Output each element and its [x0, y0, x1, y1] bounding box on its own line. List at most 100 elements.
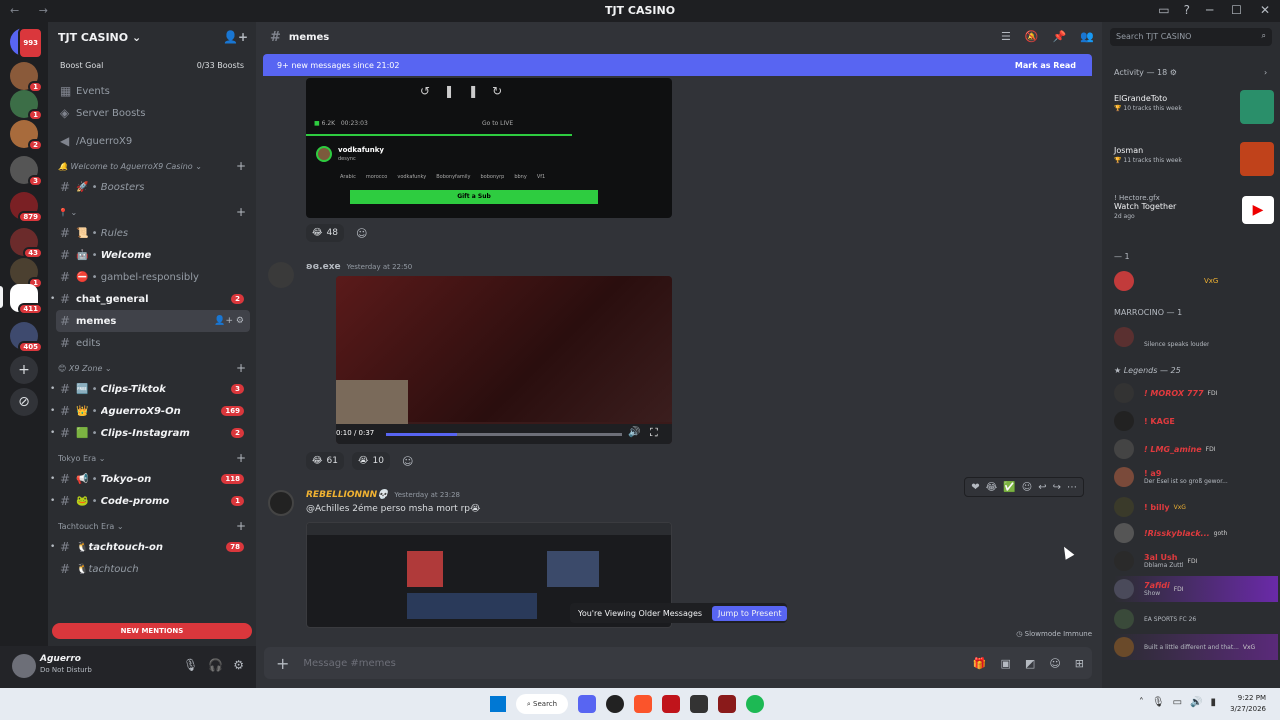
brave-app-icon[interactable]: [634, 695, 652, 713]
add-server-icon[interactable]: +: [10, 356, 38, 384]
new-messages-bar[interactable]: 9+ new messages since 21:02 Mark as Read: [263, 54, 1092, 76]
channel-gambel-responsibly[interactable]: # ⛔ • gambel-responsibly: [56, 266, 250, 288]
reaction-pill[interactable]: 😂 48: [306, 224, 344, 242]
discord-app-icon[interactable]: [578, 695, 596, 713]
discover-icon[interactable]: ⊘: [10, 388, 38, 416]
more-icon[interactable]: ⋯: [1067, 482, 1077, 493]
channel-code-promo[interactable]: • # 🐸 • Code-promo 1: [50, 490, 250, 512]
channel-memes[interactable]: # memes 👤+ ⚙: [56, 310, 250, 332]
message-composer[interactable]: + Message #memes 🎁 ▣ ◩ ☺ ⊞: [264, 647, 1092, 679]
gif-icon[interactable]: ▣: [1001, 657, 1011, 670]
mute-icon[interactable]: 🔕: [1025, 30, 1039, 43]
volume-icon[interactable]: 🔊: [1190, 697, 1202, 708]
server-folder[interactable]: 405: [10, 322, 43, 353]
member-row[interactable]: 3al Ush Dblama Zuttl FDI: [1114, 548, 1278, 574]
reply-icon[interactable]: ↩: [1038, 482, 1046, 493]
channel-edits[interactable]: # edits: [56, 332, 250, 354]
search-input[interactable]: Search TJT CASINO ⌕: [1110, 28, 1272, 46]
mark-as-read-button[interactable]: Mark as Read: [1015, 61, 1076, 70]
headphones-icon[interactable]: 🎧: [208, 658, 223, 672]
channel-welcome[interactable]: # 🤖 • Welcome: [56, 244, 250, 266]
add-channel-icon[interactable]: +: [236, 159, 246, 173]
network-icon[interactable]: ▭: [1173, 697, 1182, 708]
channel-tachtouch-on[interactable]: • # 🐧 tachtouch-on 78: [50, 536, 250, 558]
app-icon[interactable]: [690, 695, 708, 713]
attach-icon[interactable]: +: [276, 654, 289, 673]
server-icon[interactable]: 1: [10, 62, 43, 93]
add-channel-icon[interactable]: +: [236, 361, 246, 375]
gear-icon[interactable]: ⚙: [233, 658, 244, 672]
add-reaction-icon[interactable]: ☺: [402, 455, 413, 468]
server-icon[interactable]: 1: [10, 258, 43, 289]
member-row[interactable]: 7afidi Show FDI: [1114, 576, 1278, 602]
category-x9-zone[interactable]: 😊 X9 Zone ⌄ +: [56, 358, 250, 378]
server-icon[interactable]: 3: [10, 156, 43, 187]
channel-clips-instagram[interactable]: • # 🟩 • Clips-Instagram 2: [50, 422, 250, 444]
microphone-icon[interactable]: 🎙: [183, 658, 198, 672]
reaction-pill[interactable]: 😂 61: [306, 452, 344, 470]
laugh-react-icon[interactable]: 😂: [986, 482, 998, 493]
channel-chat-general[interactable]: • # chat_general 2: [50, 288, 250, 310]
category-pin[interactable]: 📍 ⌄ +: [56, 202, 250, 222]
volume-icon[interactable]: 🔊: [628, 427, 640, 438]
channel-aguerrox9-on[interactable]: • # 👑 • AguerroX9-On 169: [50, 400, 250, 422]
category-tachtouch-era[interactable]: Tachtouch Era ⌄ +: [56, 516, 250, 536]
author-name[interactable]: REBELLIONNN💀: [306, 490, 388, 500]
add-reaction-icon[interactable]: ☺: [1022, 482, 1032, 493]
member-row[interactable]: ! billy VxG: [1114, 494, 1278, 520]
channel-rules[interactable]: # 📜 • Rules: [56, 222, 250, 244]
server-icon[interactable]: 2: [10, 120, 43, 151]
author-name[interactable]: ʚɞ.exe: [306, 262, 341, 272]
spotify-app-icon[interactable]: [746, 695, 764, 713]
forward-icon[interactable]: ↪: [1053, 482, 1061, 493]
member-row[interactable]: ! MOROX 777 FDI: [1114, 380, 1278, 406]
channel-tachtouch[interactable]: # 🐧 tachtouch: [56, 558, 250, 580]
app-icon[interactable]: [662, 695, 680, 713]
minimize-button[interactable]: ─: [1206, 3, 1213, 17]
gift-icon[interactable]: 🎁: [973, 657, 987, 670]
apps-icon[interactable]: ⊞: [1075, 657, 1084, 670]
member-row[interactable]: ! a9 Der Esel ist so groß gewor...: [1114, 464, 1278, 490]
member-row[interactable]: ! KAGE: [1114, 408, 1278, 434]
member-row[interactable]: ! LMG_amine FDI: [1114, 436, 1278, 462]
new-mentions-button[interactable]: NEW MENTIONS: [52, 623, 252, 639]
boost-goal[interactable]: Boost Goal 0/33 Boosts: [56, 56, 248, 74]
avatar[interactable]: [268, 262, 294, 288]
sticker-icon[interactable]: ◩: [1025, 657, 1035, 670]
channel-clips-tiktok[interactable]: • # 🆓 • Clips-Tiktok 3: [50, 378, 250, 400]
add-channel-icon[interactable]: +: [236, 205, 246, 219]
category-welcome[interactable]: 🔔 Welcome to AguerroX9 Casino ⌄ +: [56, 156, 250, 176]
threads-icon[interactable]: ☰: [1001, 30, 1011, 43]
member-row[interactable]: EA SPORTS FC 26: [1114, 606, 1278, 632]
microphone-icon[interactable]: 🎙: [1152, 697, 1165, 708]
activity-card[interactable]: ElGrandeToto 🏆 10 tracks this week: [1114, 90, 1274, 124]
heart-react-icon[interactable]: ❤: [971, 482, 979, 493]
category-tokyo-era[interactable]: Tokyo Era ⌄ +: [56, 448, 250, 468]
invite-icon[interactable]: 👤+: [223, 30, 248, 44]
avatar[interactable]: [268, 490, 294, 516]
video-attachment[interactable]: ▶ 0:10 / 0:37 🔊 ⛶: [336, 276, 672, 444]
battery-icon[interactable]: ▮: [1210, 697, 1216, 708]
voice-channel-aguerrox9[interactable]: ◀/AguerroX9: [56, 130, 250, 152]
chevron-up-icon[interactable]: ˄: [1139, 697, 1144, 708]
image-attachment[interactable]: ↺❚❚↻ ■ 6.2K 00:23:03 Go to LIVE vodkafun…: [306, 78, 672, 218]
server-icon[interactable]: 1: [10, 90, 43, 121]
server-icon[interactable]: 879: [10, 192, 43, 223]
avatar[interactable]: [12, 654, 36, 678]
clock[interactable]: 9:22 PM 3/27/2026: [1230, 693, 1266, 715]
member-row[interactable]: Built a little different and that... VxG: [1114, 634, 1278, 660]
channel-boosters[interactable]: # 🚀 • Boosters: [56, 176, 250, 198]
add-channel-icon[interactable]: +: [236, 519, 246, 533]
add-channel-icon[interactable]: +: [236, 451, 246, 465]
pin-icon[interactable]: 📌: [1053, 30, 1067, 43]
close-button[interactable]: ✕: [1260, 3, 1270, 17]
start-button[interactable]: [490, 696, 506, 712]
taskbar-search[interactable]: ⌕ Search: [516, 694, 568, 714]
message-input[interactable]: Message #memes: [303, 658, 395, 669]
help-icon[interactable]: ?: [1184, 3, 1190, 17]
video-progress[interactable]: [386, 433, 622, 436]
jump-to-present-button[interactable]: Jump to Present: [712, 605, 788, 621]
fullscreen-icon[interactable]: ⛶: [650, 426, 658, 440]
guild-header[interactable]: TJT CASINO ⌄ 👤+: [48, 22, 256, 52]
channel-tokyo-on[interactable]: • # 📢 • Tokyo-on 118: [50, 468, 250, 490]
